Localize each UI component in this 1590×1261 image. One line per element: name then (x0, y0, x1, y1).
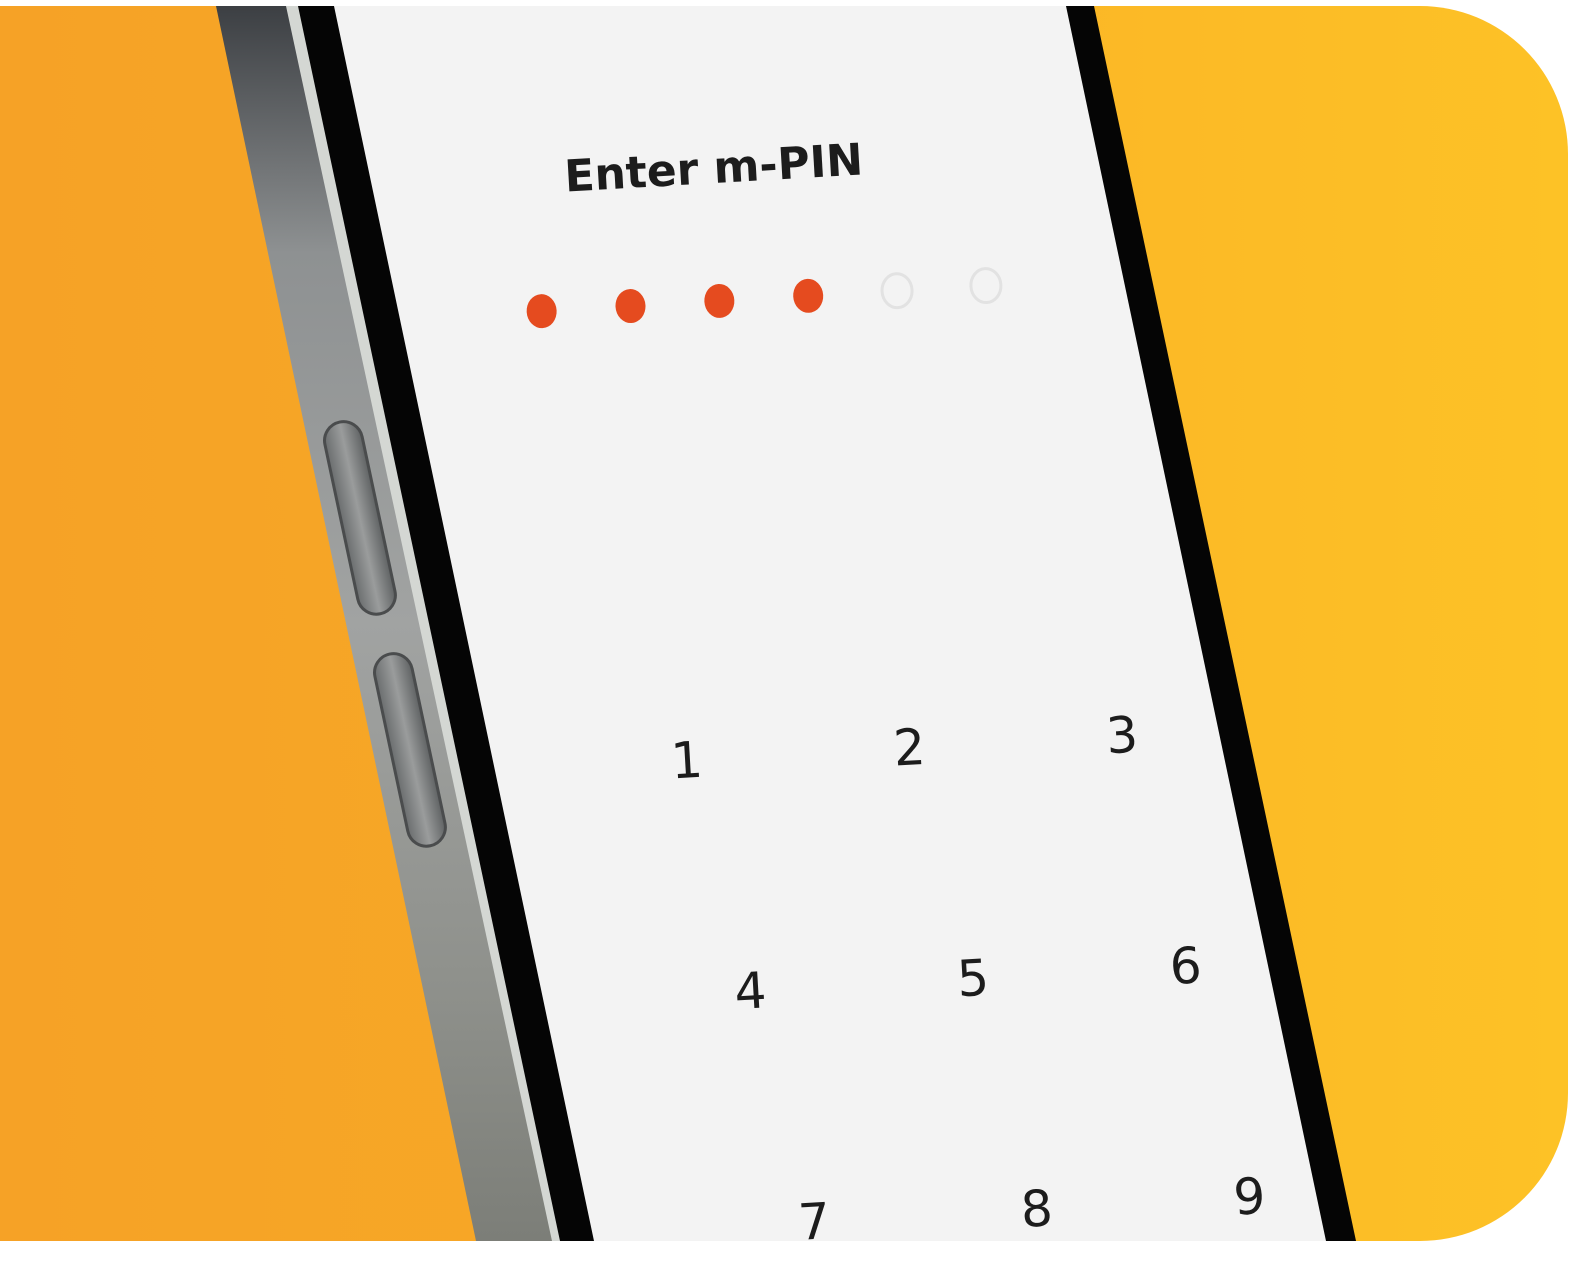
keypad-key-8[interactable]: 8 (1019, 1179, 1054, 1239)
keypad-key-2[interactable]: 2 (892, 718, 927, 778)
keypad-key-1[interactable]: 1 (669, 731, 704, 791)
keypad-key-7[interactable]: 7 (797, 1192, 832, 1241)
keypad-key-3[interactable]: 3 (1104, 706, 1139, 766)
keypad-key-4[interactable]: 4 (733, 961, 768, 1021)
phone-illustration: Enter m-PIN 1 2 34 5 67 8 9 (216, 6, 1356, 1241)
keypad-key-9[interactable]: 9 (1232, 1167, 1267, 1227)
background-panel: Enter m-PIN 123456789 (0, 6, 1568, 1241)
keypad-key-6[interactable]: 6 (1168, 936, 1203, 996)
keypad-key-5[interactable]: 5 (956, 949, 991, 1009)
